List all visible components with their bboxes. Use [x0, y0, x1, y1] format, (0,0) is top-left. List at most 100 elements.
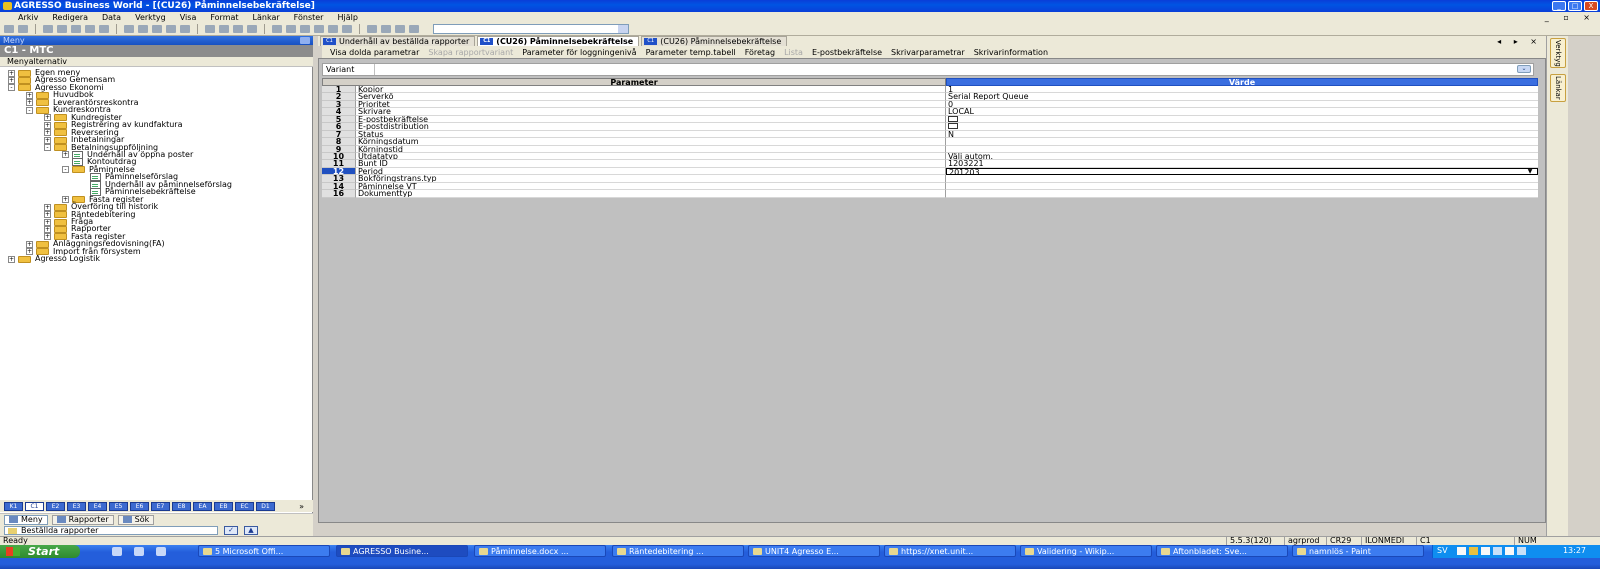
company-tab[interactable]: C1 — [25, 501, 44, 511]
history-icon[interactable] — [409, 25, 419, 33]
value-checkbox[interactable] — [948, 123, 958, 130]
collapse-icon[interactable]: - — [44, 144, 51, 151]
menu-verktyg[interactable]: Verktyg — [135, 13, 166, 22]
company-tab[interactable]: E3 — [67, 501, 86, 511]
taskbar-task[interactable]: AGRESSO Busine... — [336, 545, 468, 557]
collapse-icon[interactable]: - — [62, 166, 69, 174]
expand-icon[interactable]: + — [26, 240, 33, 248]
value-cell[interactable] — [946, 182, 1538, 191]
taskbar-task[interactable]: namnlös - Paint — [1292, 545, 1424, 557]
document-tab[interactable]: C1 (CU26) Påminnelsebekräftelse — [477, 36, 640, 46]
expand-icon[interactable]: + — [26, 99, 33, 107]
grid-row[interactable]: 16 Dokumenttyp — [322, 189, 1538, 198]
value-cell[interactable] — [946, 145, 1538, 153]
maximize-button[interactable]: □ — [1568, 1, 1582, 11]
taskbar-task[interactable]: Aftonbladet: Sve... — [1156, 545, 1288, 557]
value-column-header[interactable]: Värde — [946, 78, 1538, 87]
grid-row[interactable]: 12 Period 201203 ▼ — [322, 167, 1538, 176]
grid-row[interactable]: 8 Körningsdatum — [322, 137, 1538, 146]
expand-icon[interactable]: + — [44, 211, 51, 219]
expand-icon[interactable]: + — [26, 91, 33, 99]
dropdown-arrow-icon[interactable]: ▼ — [1525, 169, 1535, 174]
expand-icon[interactable]: + — [62, 151, 69, 159]
paste-icon[interactable] — [300, 25, 310, 33]
taskbar-task[interactable]: Påminnelse.docx ... — [474, 545, 606, 557]
value-cell[interactable]: N — [946, 130, 1538, 139]
delete-row-icon[interactable] — [219, 25, 229, 33]
expand-icon[interactable]: + — [44, 225, 51, 233]
prev-record-icon[interactable] — [152, 25, 162, 33]
company-tab[interactable]: E2 — [46, 501, 65, 511]
taskbar-task[interactable]: https://xnet.unit... — [884, 545, 1016, 557]
filter-icon[interactable] — [85, 25, 95, 33]
search-icon[interactable] — [71, 25, 81, 33]
grid-row[interactable]: 3 Prioritet 0 — [322, 100, 1538, 109]
copy-icon[interactable] — [286, 25, 296, 33]
check-icon[interactable] — [57, 25, 67, 33]
company-tab[interactable]: EA — [193, 501, 212, 511]
taskbar-task[interactable]: 5 Microsoft Offi... — [198, 545, 330, 557]
expand-icon[interactable]: + — [44, 203, 51, 211]
taskbar-task[interactable]: Validering - Wikip... — [1020, 545, 1152, 557]
value-cell[interactable] — [946, 115, 1538, 124]
value-checkbox[interactable] — [948, 115, 958, 122]
grid-row[interactable]: 6 E-postdistribution — [322, 122, 1538, 131]
expand-icon[interactable]: + — [26, 248, 33, 256]
value-cell[interactable] — [946, 190, 1538, 198]
confirm-button[interactable]: ✓ — [224, 526, 238, 535]
grid-row[interactable]: 13 Bokföringstrans.typ — [322, 175, 1538, 183]
cut-icon[interactable] — [272, 25, 282, 33]
menu-visa[interactable]: Visa — [180, 13, 197, 22]
grid-row[interactable]: 11 Bunt ID 1203221 — [322, 160, 1538, 168]
menu-data[interactable]: Data — [102, 13, 121, 22]
links-tab[interactable]: Länkar — [1550, 74, 1566, 102]
close-button[interactable]: X — [1584, 1, 1598, 11]
company-tab[interactable]: D1 — [256, 501, 275, 511]
variant-field[interactable]: ⌄ — [374, 64, 1533, 75]
minimize-button[interactable]: _ — [1552, 1, 1566, 11]
value-cell[interactable]: 201203 ▼ — [946, 167, 1538, 176]
value-cell[interactable] — [946, 123, 1538, 131]
nav-back-icon[interactable] — [367, 25, 377, 33]
insert-row-icon[interactable] — [205, 25, 215, 33]
nav-forward-icon[interactable] — [381, 25, 391, 33]
company-tab[interactable]: E4 — [88, 501, 107, 511]
chart-icon[interactable] — [342, 25, 352, 33]
binoculars-icon[interactable] — [43, 25, 53, 33]
language-indicator[interactable]: SV — [1437, 545, 1448, 557]
menu-lankar[interactable]: Länkar — [253, 13, 280, 22]
expand-icon[interactable]: + — [8, 76, 15, 84]
grid-row[interactable]: 5 E-postbekräftelse — [322, 115, 1538, 124]
menu-hjalp[interactable]: Hjälp — [337, 13, 357, 22]
mdi-controls[interactable]: _ ▫ × — [1545, 13, 1596, 22]
expand-icon[interactable]: + — [44, 233, 51, 241]
nav-sok-button[interactable]: Sök — [117, 514, 155, 525]
grid-row[interactable]: 14 Påminnelse VT — [322, 182, 1538, 191]
action-link[interactable]: Skrivarparametrar — [891, 48, 965, 57]
calendar-icon[interactable] — [124, 25, 134, 33]
value-cell[interactable]: Serial Report Queue — [946, 93, 1538, 101]
quicklaunch-outlook-icon[interactable] — [156, 547, 166, 556]
ordered-reports-field[interactable]: Beställda rapporter — [4, 526, 218, 535]
tabs-scroll-icon[interactable]: » — [299, 502, 304, 511]
document-tab[interactable]: C1 Underhåll av beställda rapporter — [320, 36, 476, 46]
grid-row[interactable]: 9 Körningstid — [322, 145, 1538, 153]
action-link[interactable]: E-postbekräftelse — [812, 48, 882, 57]
variant-dropdown-icon[interactable]: ⌄ — [1517, 65, 1531, 73]
value-cell[interactable]: 0 — [946, 100, 1538, 109]
quicklaunch-ie-icon[interactable] — [134, 547, 144, 556]
grid-row[interactable]: 7 Status N — [322, 130, 1538, 139]
grid-row[interactable]: 10 Utdatatyp Välj autom. — [322, 152, 1538, 161]
grid-row[interactable]: 2 Serverkö Serial Report Queue — [322, 93, 1538, 101]
quicklaunch-desktop-icon[interactable] — [112, 547, 122, 556]
last-record-icon[interactable] — [180, 25, 190, 33]
action-link[interactable]: Företag — [745, 48, 775, 57]
value-cell[interactable] — [946, 175, 1538, 183]
company-tab[interactable]: EC — [235, 501, 254, 511]
value-cell[interactable] — [946, 138, 1538, 146]
value-cell[interactable]: LOCAL — [946, 108, 1538, 116]
expand-icon[interactable]: + — [44, 121, 51, 129]
collapse-icon[interactable]: - — [8, 84, 15, 92]
action-link[interactable]: Skrivarinformation — [974, 48, 1048, 57]
back-icon[interactable] — [4, 25, 14, 33]
